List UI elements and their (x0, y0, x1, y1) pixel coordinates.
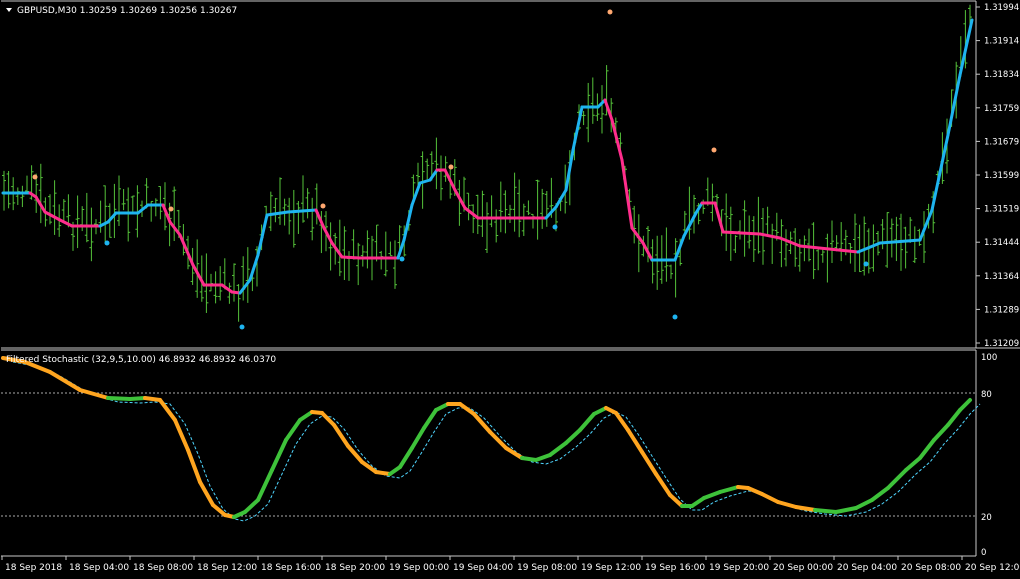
trend-segment (286, 208, 318, 214)
time-label: 18 Sep 20:00 (325, 563, 385, 573)
price-label: 1.31994 (984, 3, 1019, 13)
indicator-header: Filtered Stochastic (32,9,5,10.00) 46.89… (6, 355, 276, 365)
sell-signal-dot (607, 9, 613, 15)
sell-signal-dot (711, 147, 717, 153)
symbol-info: GBPUSD,M30 1.30259 1.30269 1.30256 1.302… (17, 6, 237, 16)
price-label: 1.31914 (984, 37, 1019, 47)
price-label: 1.31209 (984, 339, 1019, 349)
price-label: 1.31599 (984, 171, 1019, 181)
time-label: 19 Sep 16:00 (645, 563, 705, 573)
trading-chart[interactable]: GBPUSD,M30 1.30259 1.30269 1.30256 1.302… (0, 0, 1020, 579)
level-label-0: 0 (981, 548, 986, 558)
price-label: 1.31289 (984, 305, 1019, 315)
price-label: 1.31444 (984, 238, 1019, 248)
time-label: 18 Sep 12:00 (197, 563, 257, 573)
buy-signal-dot (239, 324, 245, 330)
stochastic-segment (374, 470, 392, 476)
time-label: 20 Sep 00:00 (773, 563, 833, 573)
buy-signal-dot (104, 240, 110, 246)
trend-segment (721, 230, 762, 236)
time-label: 18 Sep 08:00 (133, 563, 193, 573)
price-label: 1.31364 (984, 272, 1019, 282)
trend-segment (340, 255, 362, 260)
stochastic-segment (813, 508, 838, 514)
time-label: 20 Sep 04:00 (837, 563, 897, 573)
sell-signal-dot (168, 206, 174, 212)
chart-background (0, 0, 1020, 579)
sell-signal-dot (320, 203, 326, 209)
sell-signal-dot (448, 164, 454, 170)
time-label: 20 Sep 12:00 (965, 563, 1020, 573)
time-label: 18 Sep 16:00 (261, 563, 321, 573)
price-label: 1.31519 (984, 205, 1019, 215)
sell-signal-dot (32, 174, 38, 180)
price-label: 1.31679 (984, 137, 1019, 147)
time-label: 19 Sep 12:00 (581, 563, 641, 573)
time-label: 18 Sep 2018 (5, 563, 62, 573)
buy-signal-dot (399, 256, 405, 262)
level-label-100: 100 (981, 353, 997, 363)
level-label-80: 80 (981, 390, 992, 400)
stochastic-segment (106, 396, 132, 401)
time-label: 20 Sep 08:00 (901, 563, 961, 573)
time-label: 19 Sep 00:00 (389, 563, 449, 573)
buy-signal-dot (552, 224, 558, 230)
level-label-20: 20 (981, 513, 992, 523)
stochastic-segment (143, 396, 162, 402)
buy-signal-dot (672, 314, 678, 320)
time-label: 19 Sep 20:00 (709, 563, 769, 573)
time-label: 19 Sep 08:00 (517, 563, 577, 573)
price-label: 1.31759 (984, 104, 1019, 114)
stochastic-segment (128, 396, 147, 401)
price-label: 1.31834 (984, 70, 1019, 80)
buy-signal-dot (863, 261, 869, 267)
stochastic-segment (520, 456, 538, 462)
time-label: 18 Sep 04:00 (69, 563, 129, 573)
time-label: 19 Sep 04:00 (453, 563, 513, 573)
